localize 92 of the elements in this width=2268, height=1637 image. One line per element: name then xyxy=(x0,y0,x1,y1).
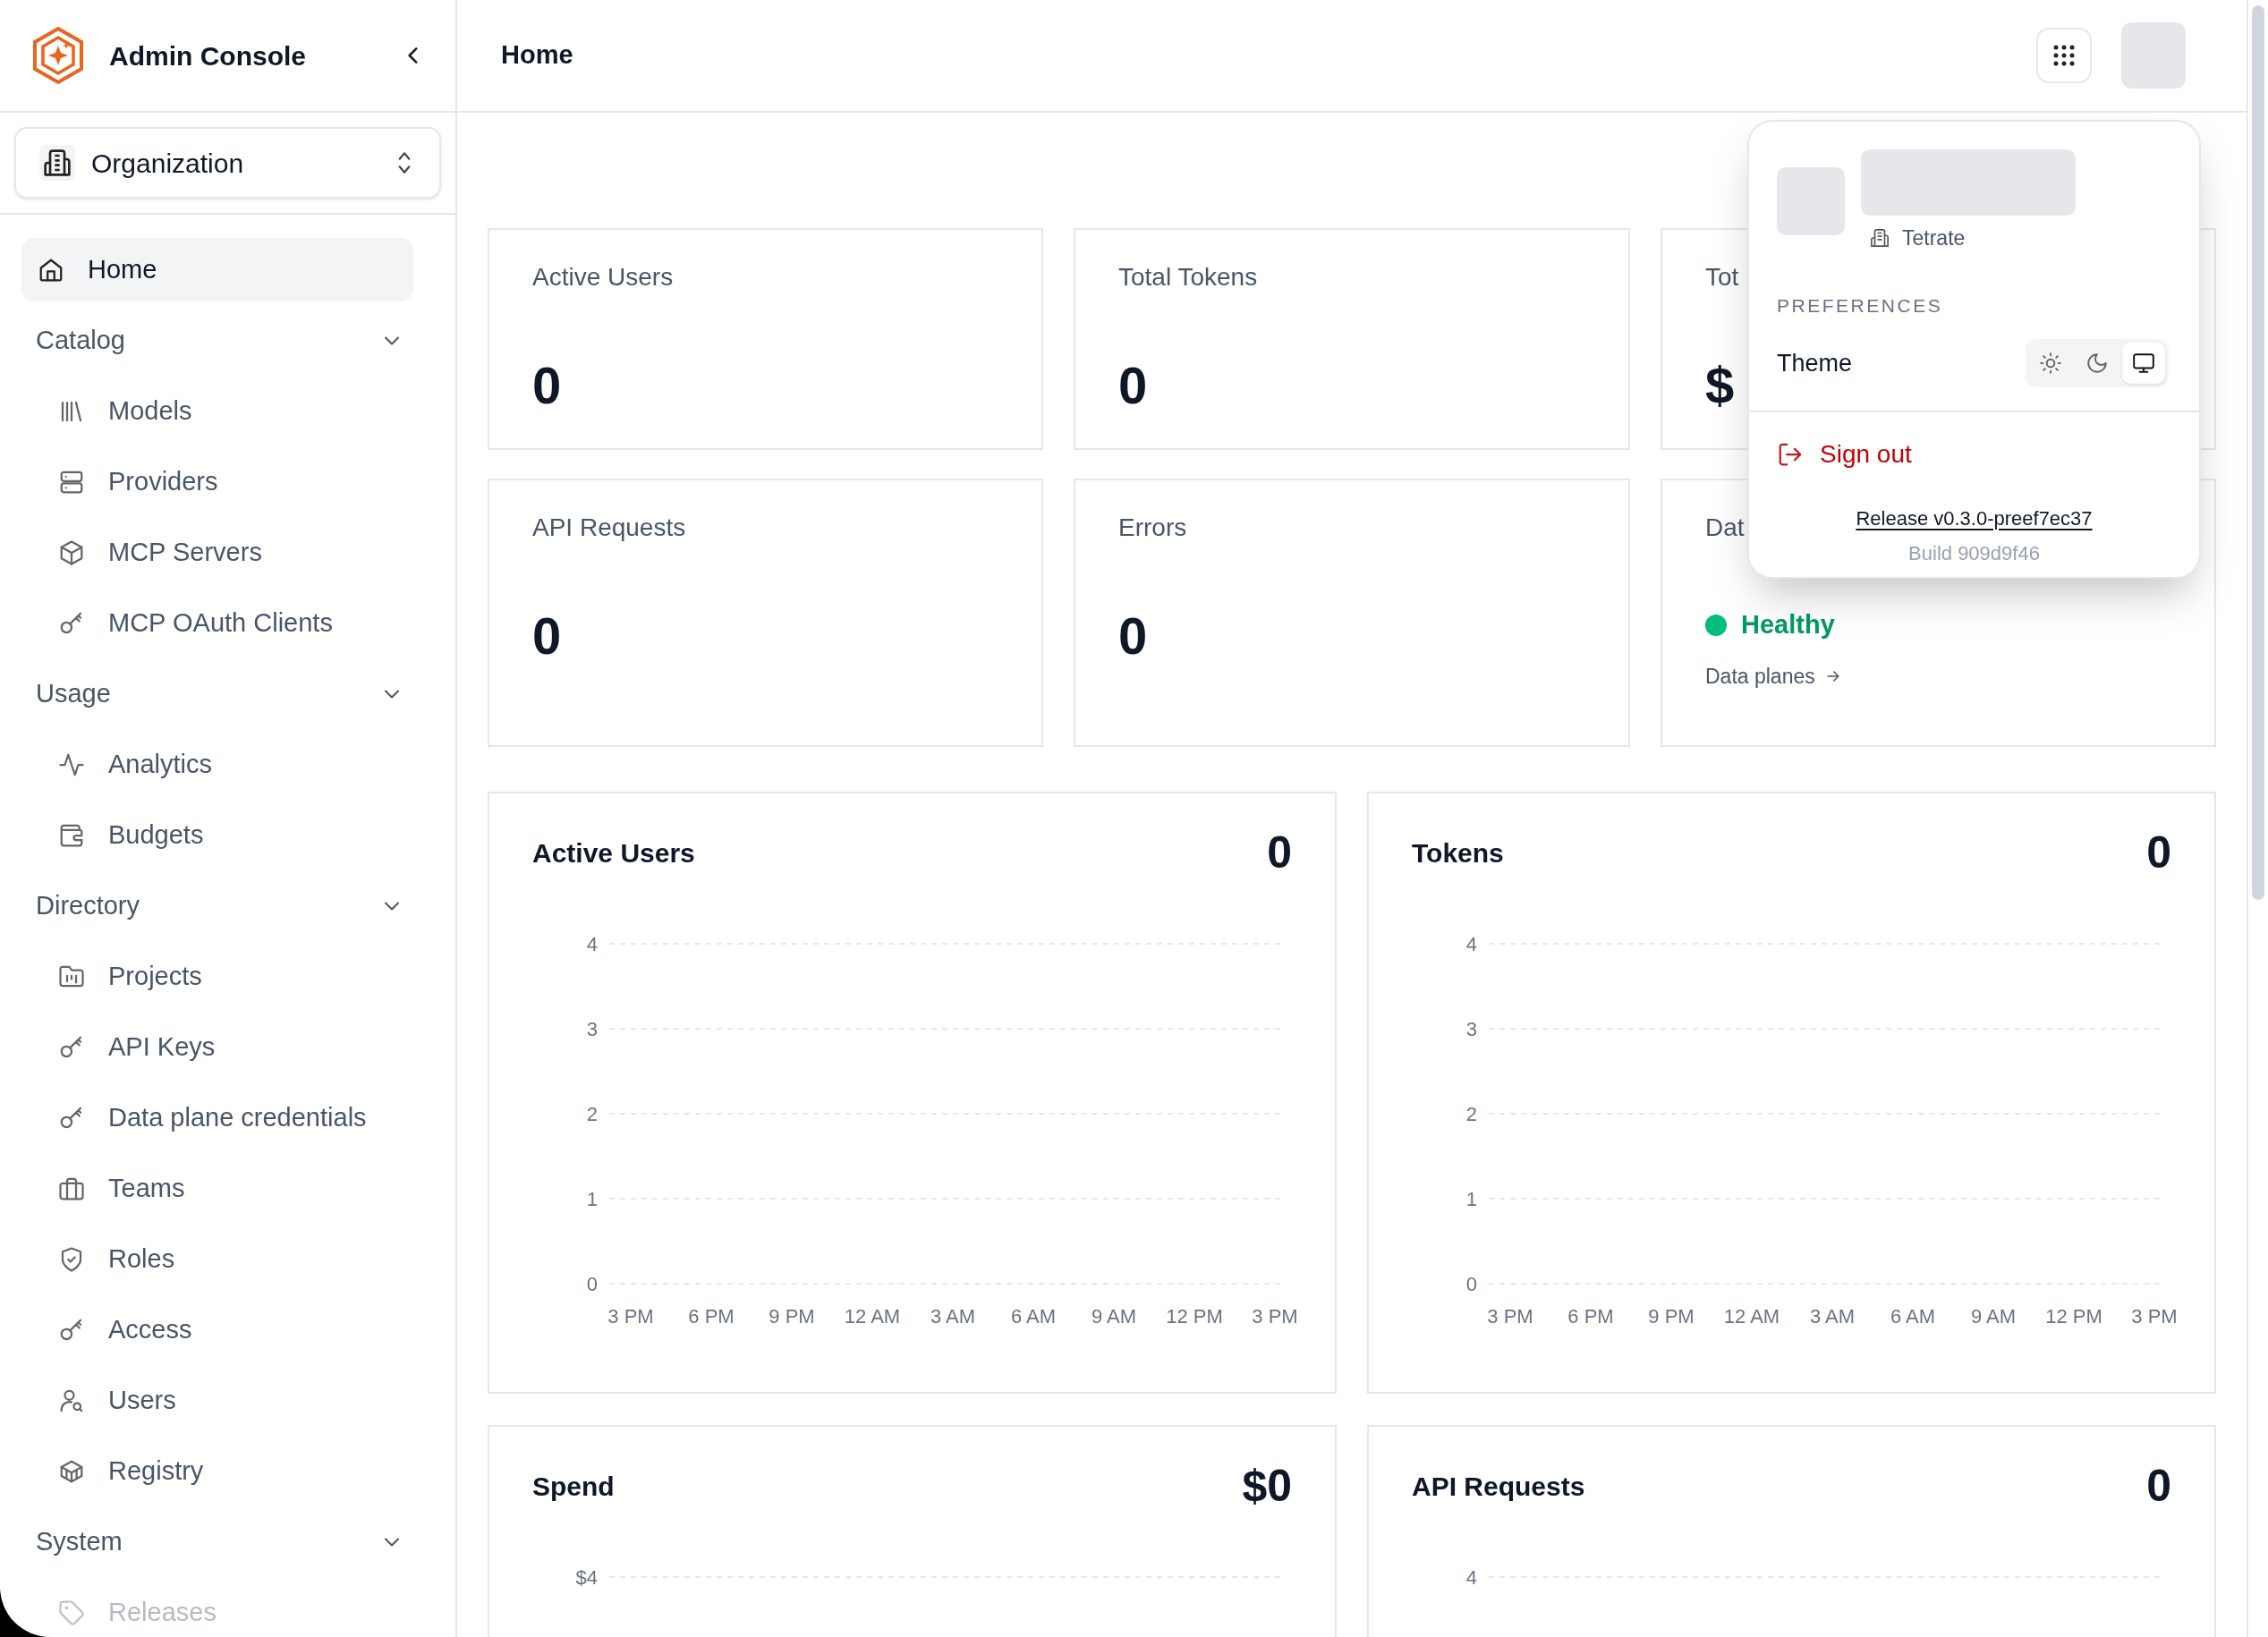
y-tick-label: 2 xyxy=(586,1103,598,1125)
nav-item[interactable]: MCP Servers xyxy=(21,521,413,584)
cube-icon xyxy=(58,539,85,566)
x-tick-label: 6 PM xyxy=(688,1305,735,1327)
nav-section-toggle[interactable]: System xyxy=(21,1510,413,1573)
build-label: Build 909d9f46 xyxy=(1908,541,2040,566)
chart-total: 0 xyxy=(1267,826,1292,879)
stat-value: $ xyxy=(1705,357,1735,414)
y-tick-label: 0 xyxy=(586,1273,598,1295)
y-tick-label: 1 xyxy=(586,1188,598,1210)
x-tick-label: 3 AM xyxy=(930,1305,976,1327)
x-tick-label: 3 PM xyxy=(2131,1305,2178,1327)
y-tick-label: 4 xyxy=(1465,1566,1477,1589)
sign-out-icon xyxy=(1777,441,1804,468)
chart-title: API Requests xyxy=(1412,1470,1585,1503)
building-icon xyxy=(43,148,72,177)
x-tick-label: 6 AM xyxy=(1890,1305,1936,1327)
organization-selector[interactable]: Organization xyxy=(14,127,441,199)
chart-title: Spend xyxy=(532,1470,615,1503)
chart-title: Active Users xyxy=(532,836,695,869)
nav-item[interactable]: Users xyxy=(21,1369,413,1432)
nav-item[interactable]: Home xyxy=(21,238,413,301)
nav-item[interactable]: Budgets xyxy=(21,803,413,867)
nav-item[interactable]: Models xyxy=(21,379,413,443)
nav-item[interactable]: Roles xyxy=(21,1227,413,1291)
chart-total: 0 xyxy=(2146,826,2171,879)
nav-item[interactable]: Data plane credentials xyxy=(21,1086,413,1149)
stat-title: Dat xyxy=(1705,513,1745,543)
x-tick-label: 3 PM xyxy=(1487,1305,1533,1327)
nav-item[interactable]: Projects xyxy=(21,945,413,1008)
monitor-icon xyxy=(2132,352,2155,375)
apps-button[interactable] xyxy=(2036,28,2092,83)
x-tick-label: 6 PM xyxy=(1567,1305,1614,1327)
nav-item[interactable]: Analytics xyxy=(21,733,413,796)
scrollbar-thumb[interactable] xyxy=(2252,5,2264,900)
y-tick-label: 4 xyxy=(586,933,598,955)
x-tick-label: 9 AM xyxy=(1091,1305,1137,1327)
y-tick-label: 3 xyxy=(586,1018,598,1040)
sign-out-button[interactable]: Sign out xyxy=(1777,436,1912,473)
x-tick-label: 9 PM xyxy=(1648,1305,1695,1327)
data-planes-link[interactable]: Data planes xyxy=(1705,660,1842,691)
y-tick-label: 4 xyxy=(1465,933,1477,955)
x-tick-label: 12 PM xyxy=(1166,1305,1223,1327)
nav-item[interactable]: MCP OAuth Clients xyxy=(21,591,413,655)
stat-value: 0 xyxy=(532,357,562,414)
stat-title: Tot xyxy=(1705,262,1739,293)
section-label: PREFERENCES xyxy=(1776,293,1944,318)
x-tick-label: 9 AM xyxy=(1970,1305,2017,1327)
stat-title: Errors xyxy=(1118,513,1187,543)
nav-item[interactable]: Access xyxy=(21,1298,413,1361)
organization-name: Tetrate xyxy=(1902,225,1966,251)
app-title: Admin Console xyxy=(109,39,306,72)
page-title: Home xyxy=(501,39,573,72)
nav-section-toggle[interactable]: Catalog xyxy=(21,309,413,372)
y-tick-label: 1 xyxy=(1465,1188,1477,1210)
chart-total: $0 xyxy=(1242,1459,1292,1513)
nav-item[interactable]: Teams xyxy=(21,1157,413,1220)
x-tick-label: 6 AM xyxy=(1010,1305,1057,1327)
sun-icon xyxy=(2039,352,2062,375)
stat-value: 0 xyxy=(1118,357,1148,414)
nav-item[interactable]: Registry xyxy=(21,1439,413,1503)
x-tick-label: 9 PM xyxy=(769,1305,815,1327)
status-label: Healthy xyxy=(1741,609,1835,640)
y-tick-label: 0 xyxy=(1465,1273,1477,1295)
x-tick-label: 12 PM xyxy=(2045,1305,2102,1327)
nav-section-toggle[interactable]: Directory xyxy=(21,874,413,937)
theme-label: Theme xyxy=(1777,348,1853,378)
x-tick-label: 3 PM xyxy=(607,1305,654,1327)
building-icon xyxy=(1870,228,1890,249)
x-tick-label: 3 AM xyxy=(1809,1305,1856,1327)
y-tick-label: 2 xyxy=(1465,1103,1477,1125)
theme-option[interactable] xyxy=(2122,343,2165,384)
moon-icon xyxy=(2085,352,2109,375)
chart-title: Tokens xyxy=(1412,836,1504,869)
tag-icon xyxy=(58,1599,85,1626)
nav-item[interactable]: API Keys xyxy=(21,1015,413,1079)
logo-icon xyxy=(30,26,86,85)
x-tick-label: 12 AM xyxy=(844,1305,901,1327)
y-tick-label: 3 xyxy=(1465,1018,1477,1040)
grid-icon xyxy=(2052,44,2076,67)
stat-value: 0 xyxy=(532,607,562,665)
y-tick-label: $4 xyxy=(575,1566,598,1589)
release-link[interactable]: Release v0.3.0-preef7ec37 xyxy=(1856,504,2093,533)
stat-title: Total Tokens xyxy=(1118,262,1258,293)
nav-section-toggle[interactable]: Usage xyxy=(21,662,413,725)
stat-value: 0 xyxy=(1118,607,1148,665)
stat-title: Active Users xyxy=(532,262,674,293)
x-tick-label: 3 PM xyxy=(1252,1305,1298,1327)
nav-item[interactable]: Providers xyxy=(21,450,413,513)
stat-title: API Requests xyxy=(532,513,686,543)
chart-total: 0 xyxy=(2146,1459,2171,1513)
x-tick-label: 12 AM xyxy=(1723,1305,1780,1327)
